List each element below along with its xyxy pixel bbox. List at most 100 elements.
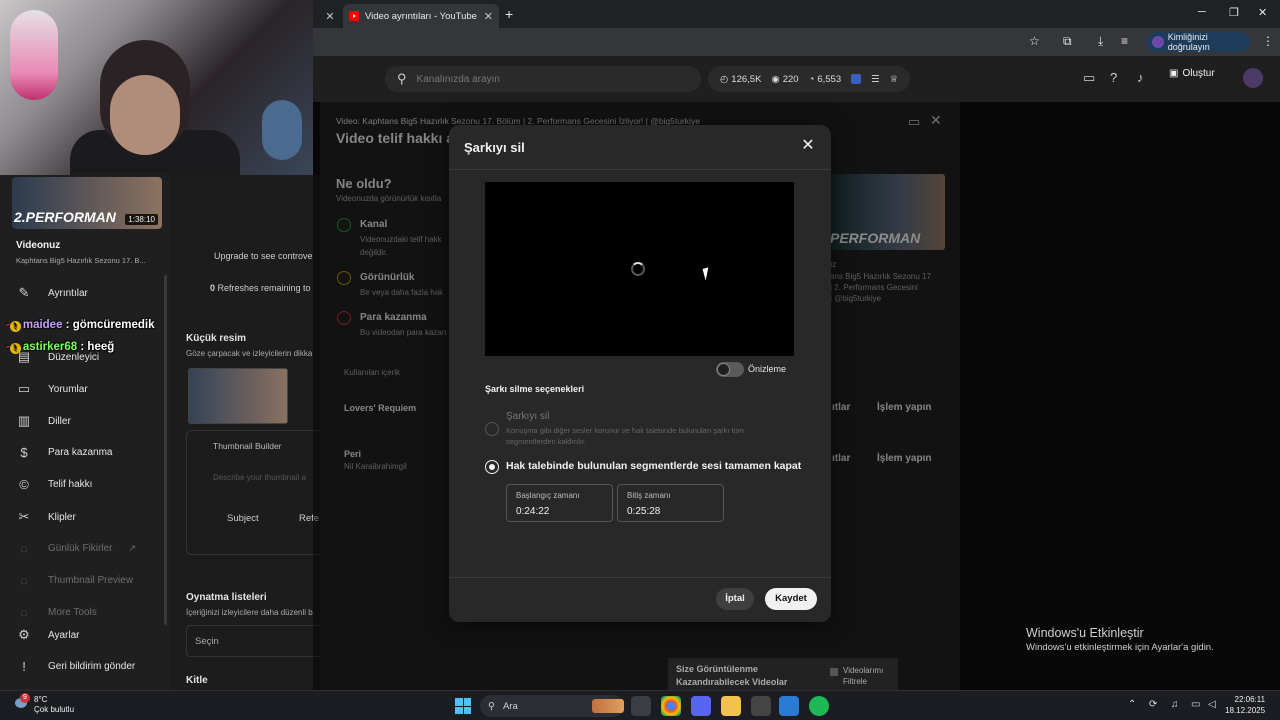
sidebar-item-clips[interactable]: ✂ Klipler (16, 509, 76, 525)
verify-identity-button[interactable]: Kimliğinizi doğrulayın (1146, 32, 1250, 52)
microphone-image (10, 10, 58, 100)
extension-badge-icon[interactable] (851, 74, 862, 84)
remove-song-radio[interactable] (485, 422, 499, 436)
mute-segments-radio[interactable] (485, 460, 499, 474)
thumbnail-heading: Küçük resim (186, 333, 247, 344)
app-icon[interactable] (779, 696, 799, 716)
end-time-field[interactable]: Bitiş zamanı 0:25:28 (617, 484, 724, 522)
sidebar-item-copyright[interactable]: © Telif hakkı (16, 477, 92, 492)
tab-youtube-studio[interactable]: Video ayrıntıları - YouTube Studio ✕ (343, 4, 499, 28)
sidebar-item-daily-ideas[interactable]: ◌ Günlük Fikirler ↗ (16, 541, 136, 556)
sidebar-item-monetization[interactable]: $ Para kazanma (16, 445, 112, 460)
clock-time: 22:06:11 (1234, 695, 1266, 704)
webcam-overlay (0, 0, 313, 175)
copyright-icon: © (19, 477, 29, 492)
sidebar-item-label: Ayrıntılar (48, 287, 88, 299)
weather-widget[interactable]: 9 8°C Çok bulutlu (12, 693, 75, 715)
thumbnail-option[interactable] (188, 368, 288, 424)
create-icon: ▣ (1169, 68, 1179, 79)
chat-badge-icon: ! (9, 321, 21, 332)
video-preview-player[interactable] (485, 182, 794, 356)
system-clock[interactable]: 22:06:11 18.12.2025 (1225, 694, 1265, 716)
cancel-button[interactable]: İptal (716, 588, 754, 610)
end-time-value[interactable]: 0:25:28 (627, 506, 660, 517)
taskbar-search[interactable]: ⚲ Ara (480, 695, 624, 717)
sidebar-item-settings[interactable]: ⚙ Ayarlar (16, 627, 79, 643)
chat-username: astirker68 (22, 341, 78, 353)
list-icon[interactable]: ☰ (871, 74, 880, 85)
obs-icon[interactable] (751, 696, 771, 716)
spotify-icon[interactable] (809, 696, 829, 716)
tab-previous[interactable]: ✕ (313, 4, 343, 28)
preview-icon: ◌ (20, 573, 28, 588)
close-icon[interactable]: ✕ (325, 10, 334, 23)
refreshes-text: 0 Refreshes remaining to (210, 283, 311, 293)
help-icon[interactable]: ? (1110, 70, 1117, 85)
extensions-icon[interactable]: ⧉ (1063, 34, 1072, 49)
channel-avatar[interactable] (1243, 68, 1263, 88)
divider (449, 169, 831, 170)
sidebar-item-label: More Tools (48, 607, 97, 618)
microphone-icon[interactable]: ♫ (1171, 699, 1179, 710)
bookmark-star-icon[interactable]: ☆ (1029, 34, 1040, 48)
sidebar-item-label: Diller (48, 415, 71, 427)
trophy-icon[interactable]: ♕ (890, 74, 899, 85)
save-button[interactable]: Kaydet (765, 588, 817, 610)
tray-chevron-icon[interactable]: ⌃ (1128, 699, 1136, 710)
chrome-icon[interactable] (661, 696, 681, 716)
sidebar-item-more-tools[interactable]: ◌ More Tools (16, 605, 97, 620)
upgrade-text: Upgrade to see controve (214, 251, 313, 261)
sidebar-item-comments[interactable]: ▭ Yorumlar (16, 381, 88, 397)
temperature: 8°C (34, 695, 48, 704)
preview-toggle[interactable] (716, 362, 744, 377)
likes-stat: ◔ 6,553 (809, 74, 842, 85)
create-button[interactable]: ▣ Oluştur (1169, 68, 1215, 79)
sidebar-item-details[interactable]: ✎ Ayrıntılar (16, 285, 88, 301)
download-icon[interactable]: ⤓ (1098, 34, 1103, 49)
channel-search-input[interactable]: ⚲ Kanalınızda arayın (385, 66, 701, 92)
start-time-value[interactable]: 0:24:22 (516, 506, 549, 517)
sidebar-scrollbar[interactable] (164, 275, 167, 625)
task-view-icon[interactable] (631, 696, 651, 716)
tab-title: Video ayrıntıları - YouTube Studio (365, 10, 480, 22)
tray-app-icon[interactable]: ⟳ (1149, 699, 1157, 710)
sidebar-item-feedback[interactable]: ! Geri bildirim gönder (16, 659, 135, 674)
windows-start-icon[interactable] (455, 698, 471, 714)
start-time-field[interactable]: Başlangıç zamanı 0:24:22 (506, 484, 613, 522)
sidebar-item-label: Thumbnail Preview (48, 575, 134, 586)
discord-icon[interactable] (691, 696, 711, 716)
scissors-icon: ✂ (18, 509, 30, 524)
volume-icon[interactable]: ◁ (1208, 699, 1216, 710)
subject-button[interactable]: Subject (227, 513, 259, 524)
minimize-icon[interactable]: ─ (1198, 6, 1206, 18)
bottom-filter-panel: Size Görüntülenme Kazandırabilecek Video… (668, 658, 898, 690)
messages-icon[interactable]: ▭ (1083, 70, 1095, 86)
sidebar-item-languages[interactable]: ▥ Diller (16, 413, 71, 429)
describe-input[interactable]: Describe your thumbnail a (213, 473, 306, 482)
audience-heading: Kitle (186, 675, 208, 686)
bell-icon[interactable]: ♪ (1137, 70, 1144, 85)
option-remove-song-label: Şarkıyı sil (506, 411, 550, 422)
maximize-icon[interactable]: ❐ (1229, 6, 1239, 19)
browser-menu-icon[interactable]: ⋮ (1262, 34, 1274, 48)
start-time-label: Başlangıç zamanı (516, 491, 580, 500)
video-thumbnail[interactable]: 2.PERFORMAN 1:38:10 (12, 177, 162, 229)
close-icon[interactable]: ✕ (797, 135, 819, 157)
weather-condition: Çok bulutlu (34, 705, 75, 714)
end-time-label: Bitiş zamanı (627, 491, 671, 500)
dollar-icon: $ (20, 445, 28, 460)
search-icon: ⚲ (488, 700, 495, 712)
window-close-icon[interactable]: ✕ (1258, 6, 1267, 19)
close-icon[interactable]: ✕ (484, 10, 493, 23)
sidebar-item-thumbnail-preview[interactable]: ◌ Thumbnail Preview (16, 573, 133, 588)
new-tab-button[interactable]: + (505, 6, 513, 22)
file-explorer-icon[interactable] (721, 696, 741, 716)
filter-checkbox[interactable] (830, 668, 838, 676)
toggle-knob (717, 363, 730, 376)
media-icon[interactable]: ≡ (1121, 34, 1128, 48)
screen: ✕ Video ayrıntıları - YouTube Studio ✕ +… (0, 0, 1280, 720)
network-icon[interactable]: ▭ (1191, 699, 1200, 710)
chat-username: maidee (22, 319, 63, 331)
tools-icon: ◌ (20, 605, 28, 620)
thumbnail-builder-label: Thumbnail Builder (213, 441, 282, 451)
